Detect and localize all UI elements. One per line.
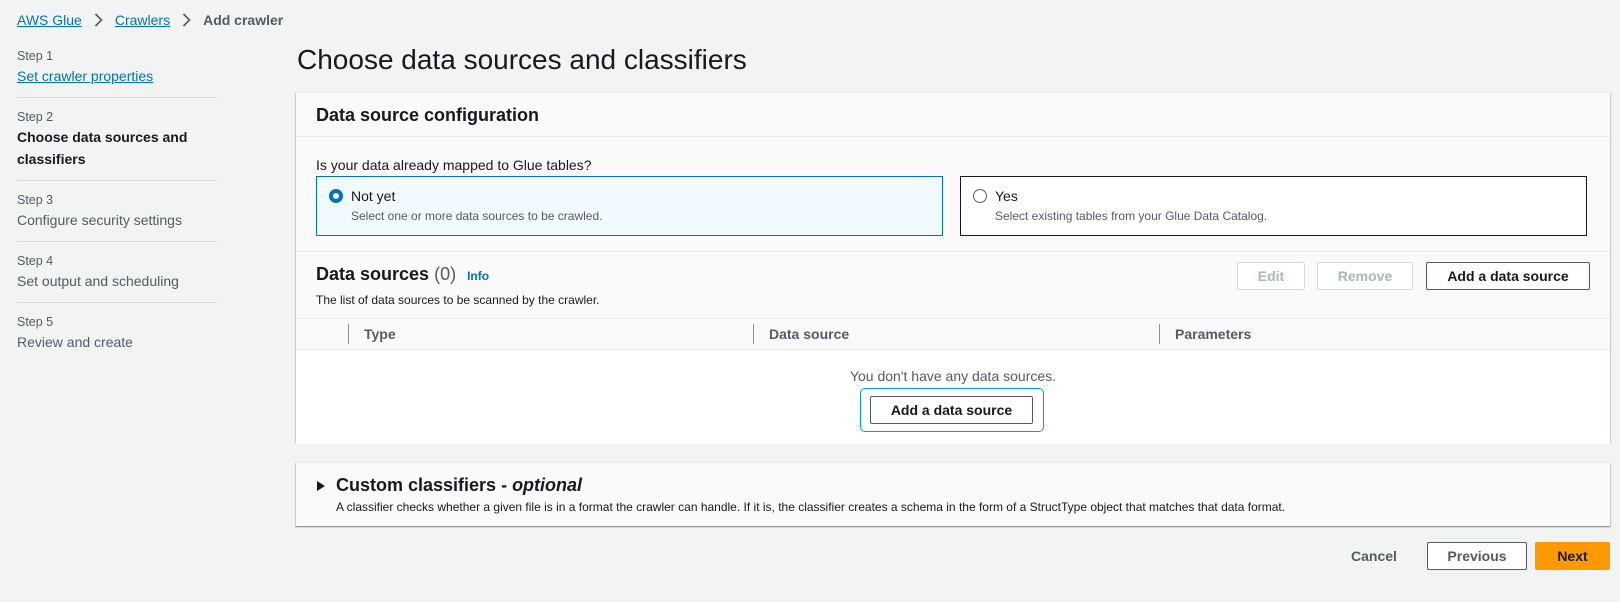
option-label: Yes [995,188,1018,204]
step-title: Review and create [17,334,133,350]
data-source-config-panel: Data source configuration Is your data a… [296,92,1610,444]
table-empty-state: You don't have any data sources. Add a d… [296,350,1610,444]
column-header-parameters[interactable]: Parameters [1175,326,1251,342]
classifiers-optional: optional [512,475,583,495]
cancel-button[interactable]: Cancel [1340,542,1408,570]
column-header-data-source[interactable]: Data source [769,326,849,342]
column-divider [348,324,349,344]
page-title: Choose data sources and classifiers [297,44,747,75]
classifiers-title: Custom classifiers - [336,475,508,495]
panel-header: Data source configuration [296,93,1610,137]
option-description: Select existing tables from your Glue Da… [995,209,1268,223]
classifiers-description: A classifier checks whether a given file… [336,500,1286,514]
option-yes-tile[interactable]: Yes Select existing tables from your Glu… [960,176,1587,236]
step-5: Step 5 Review and create [17,313,217,363]
edit-button[interactable]: Edit [1237,262,1305,290]
add-data-source-button[interactable]: Add a data source [1426,262,1590,290]
option-label: Not yet [351,188,396,204]
next-button[interactable]: Next [1535,542,1610,570]
add-data-source-empty-button[interactable]: Add a data source [870,396,1033,424]
classifiers-expander[interactable]: Custom classifiers - optional [316,475,1590,496]
breadcrumb-aws-glue[interactable]: AWS Glue [17,12,82,28]
mapped-question-label: Is your data already mapped to Glue tabl… [316,157,592,173]
chevron-right-icon [94,13,103,27]
step-1: Step 1 Set crawler properties [17,47,217,98]
step-2: Step 2 Choose data sources and classifie… [17,108,217,181]
radio-unselected-icon[interactable] [973,189,987,203]
data-sources-title: Data sources (0) Info [316,264,489,285]
option-description: Select one or more data sources to be cr… [351,209,603,223]
column-divider[interactable] [753,324,754,344]
data-sources-heading: Data sources [316,264,430,284]
column-header-type[interactable]: Type [364,326,396,342]
step-link-crawler-properties[interactable]: Set crawler properties [17,65,217,87]
step-number: Step 3 [17,193,54,207]
chevron-right-icon [182,13,191,27]
step-title: Configure security settings [17,212,182,228]
caret-right-icon[interactable] [316,480,326,492]
step-title: Set output and scheduling [17,273,179,289]
wizard-steps: Step 1 Set crawler properties Step 2 Cho… [17,47,217,373]
step-number: Step 1 [17,49,54,63]
step-number: Step 5 [17,315,54,329]
breadcrumb-crawlers[interactable]: Crawlers [115,12,170,28]
empty-state-text: You don't have any data sources. [849,368,1057,384]
option-not-yet-tile[interactable]: Not yet Select one or more data sources … [316,176,943,236]
remove-button[interactable]: Remove [1317,262,1413,290]
data-sources-section: Data sources (0) Info The list of data s… [296,251,1610,444]
breadcrumb-current: Add crawler [203,12,284,28]
step-number: Step 4 [17,254,54,268]
step-3: Step 3 Configure security settings [17,191,217,242]
custom-classifiers-panel: Custom classifiers - optional A classifi… [296,462,1610,526]
breadcrumb: AWS Glue Crawlers Add crawler [17,12,283,28]
data-sources-description: The list of data sources to be scanned b… [316,293,600,307]
table-header: Type Data source Parameters [296,318,1610,350]
previous-button[interactable]: Previous [1427,542,1527,570]
step-4: Step 4 Set output and scheduling [17,252,217,303]
data-sources-count: (0) [434,264,457,284]
radio-selected-icon[interactable] [329,189,343,203]
step-number: Step 2 [17,110,54,124]
column-divider[interactable] [1159,324,1160,344]
step-title-current: Choose data sources and classifiers [17,129,188,167]
info-link[interactable]: Info [467,269,489,283]
